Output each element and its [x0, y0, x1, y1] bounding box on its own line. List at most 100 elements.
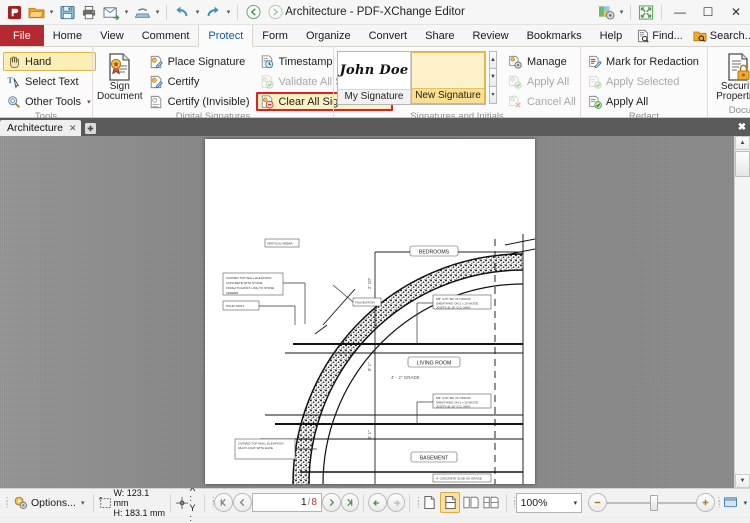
zoom-in-button[interactable] [696, 493, 715, 512]
previous-page-button[interactable] [233, 493, 252, 512]
tab-view[interactable]: View [91, 25, 133, 46]
options-button[interactable]: Options... ▾ [8, 492, 89, 514]
signature-gallery-scroll-spinner[interactable]: ▲ ▼ ▾ [489, 51, 497, 103]
close-button[interactable]: ✕ [722, 0, 750, 24]
layout-single-page-continuous-button[interactable] [440, 492, 461, 513]
zoom-out-button[interactable] [588, 493, 607, 512]
tab-help[interactable]: Help [591, 25, 632, 46]
search-button[interactable]: Search... [689, 26, 750, 45]
scroll-down-icon[interactable]: ▼ [489, 68, 497, 86]
customize-toolbar-icon[interactable] [595, 2, 617, 22]
fit-page-button[interactable] [720, 492, 741, 513]
back-icon[interactable] [242, 2, 264, 22]
tab-organize[interactable]: Organize [297, 25, 360, 46]
page-dimensions: W: 123.1 mm H: 183.1 mm [113, 488, 165, 518]
tab-review[interactable]: Review [463, 25, 517, 46]
tab-file[interactable]: File [0, 25, 44, 46]
first-page-button[interactable] [214, 493, 233, 512]
tab-protect[interactable]: Protect [198, 25, 253, 47]
scan-dropdown-caret-icon[interactable]: ▾ [153, 2, 162, 22]
last-page-button[interactable] [341, 493, 360, 512]
signature-card-new-signature[interactable]: New Signature [411, 52, 485, 104]
email-dropdown-caret-icon[interactable]: ▾ [122, 2, 131, 22]
scrollbar-thumb[interactable] [735, 151, 750, 177]
menubar-right-actions: Find... Search... ^ [631, 25, 750, 46]
tab-share[interactable]: Share [416, 25, 463, 46]
redo-icon[interactable] [202, 2, 224, 22]
scroll-up-icon[interactable]: ▲ [489, 51, 497, 69]
undo-icon[interactable] [171, 2, 193, 22]
signature-preview-blank [412, 53, 484, 88]
email-icon[interactable] [100, 2, 122, 22]
apply-all-redact-button[interactable]: Apply All [584, 92, 704, 111]
tab-comment[interactable]: Comment [133, 25, 199, 46]
layout-single-page-button[interactable] [419, 492, 440, 513]
place-signature-button[interactable]: Place Signature [146, 52, 255, 71]
certify-button[interactable]: Certify [146, 72, 255, 91]
signature-card-my-signature[interactable]: John Doe My Signature [338, 52, 411, 104]
gallery-expand-icon[interactable]: ▾ [489, 86, 497, 104]
zoom-slider[interactable] [607, 494, 697, 511]
customize-dropdown-caret-icon[interactable]: ▾ [617, 2, 626, 22]
scan-icon[interactable] [131, 2, 153, 22]
open-dropdown-caret-icon[interactable]: ▾ [47, 2, 56, 22]
navigate-back-button[interactable] [368, 493, 387, 512]
tab-form[interactable]: Form [253, 25, 297, 46]
scrollbar-track[interactable] [735, 177, 750, 474]
tab-convert[interactable]: Convert [360, 25, 417, 46]
select-text-button[interactable]: T Select Text [3, 72, 96, 91]
open-icon[interactable] [25, 2, 47, 22]
zoom-level-combobox[interactable]: 100% ▾ [516, 493, 583, 513]
manage-signatures-button[interactable]: Manage [505, 52, 581, 71]
save-icon[interactable] [56, 2, 78, 22]
document-tab-architecture[interactable]: Architecture ✕ [0, 120, 81, 136]
pdf-page[interactable]: 2' 10" 8' 1" 8' 1" 4' - 2" GRADE BEDROOM… [205, 139, 535, 484]
layout-two-pages-continuous-button[interactable] [481, 492, 502, 513]
chevron-down-icon[interactable]: ▾ [81, 499, 85, 507]
sign-document-button[interactable]: Sign Document [96, 50, 144, 104]
layout-two-pages-button[interactable] [460, 492, 481, 513]
options-gear-icon [13, 495, 28, 510]
new-tab-button[interactable] [83, 121, 98, 135]
room-label-living-room: LIVING ROOM [417, 361, 452, 367]
print-icon[interactable] [78, 2, 100, 22]
cancel-all-signatures-button[interactable]: Cancel All [505, 92, 581, 111]
forward-icon[interactable] [264, 2, 286, 22]
other-tools-button[interactable]: Other Tools ▾ [3, 92, 96, 111]
scroll-down-icon[interactable]: ▼ [735, 474, 750, 488]
security-properties-button[interactable]: Security Properties [711, 50, 750, 104]
close-document-panel-button[interactable]: ✖ [734, 118, 750, 136]
redo-dropdown-caret-icon[interactable]: ▾ [224, 2, 233, 22]
hand-tool-button[interactable]: Hand [3, 52, 96, 71]
vertical-scrollbar[interactable]: ▲ ▼ [734, 136, 750, 488]
chevron-down-icon[interactable]: ▾ [744, 499, 748, 507]
fullscreen-icon[interactable] [635, 2, 657, 22]
chevron-down-icon[interactable]: ▾ [574, 499, 578, 507]
navigate-forward-button[interactable] [387, 493, 406, 512]
divider [661, 5, 662, 20]
scroll-up-icon[interactable]: ▲ [735, 136, 750, 150]
certify-invisible-icon [149, 94, 164, 109]
zoom-slider-thumb[interactable] [650, 495, 658, 511]
apply-selected-button[interactable]: Apply Selected [584, 72, 704, 91]
mark-for-redaction-button[interactable]: Mark for Redaction [584, 52, 704, 71]
undo-dropdown-caret-icon[interactable]: ▾ [193, 2, 202, 22]
minimize-button[interactable]: — [666, 0, 694, 24]
apply-all-signatures-button[interactable]: Apply All [505, 72, 581, 91]
page-number-input[interactable]: 1 / 8 [252, 493, 322, 512]
page-canvas[interactable]: 2' 10" 8' 1" 8' 1" 4' - 2" GRADE BEDROOM… [0, 136, 734, 488]
signature-card-label: My Signature [338, 89, 410, 104]
tab-bookmarks[interactable]: Bookmarks [518, 25, 591, 46]
find-button[interactable]: Find... [631, 26, 687, 45]
next-page-button[interactable] [322, 493, 341, 512]
security-properties-icon [724, 52, 750, 82]
maximize-button[interactable]: ☐ [694, 0, 722, 24]
svg-text:JOISTS @ 16" O.C. MAX.: JOISTS @ 16" O.C. MAX. [436, 306, 471, 310]
close-icon[interactable]: ✕ [69, 123, 77, 134]
certify-invisible-button[interactable]: Certify (Invisible) [146, 92, 255, 111]
document-view: 2' 10" 8' 1" 8' 1" 4' - 2" GRADE BEDROOM… [0, 136, 750, 488]
chevron-down-icon[interactable]: ▾ [87, 98, 91, 106]
app-logo-icon[interactable] [3, 2, 25, 22]
tab-home[interactable]: Home [44, 25, 91, 46]
manage-signatures-label: Manage [527, 56, 567, 68]
